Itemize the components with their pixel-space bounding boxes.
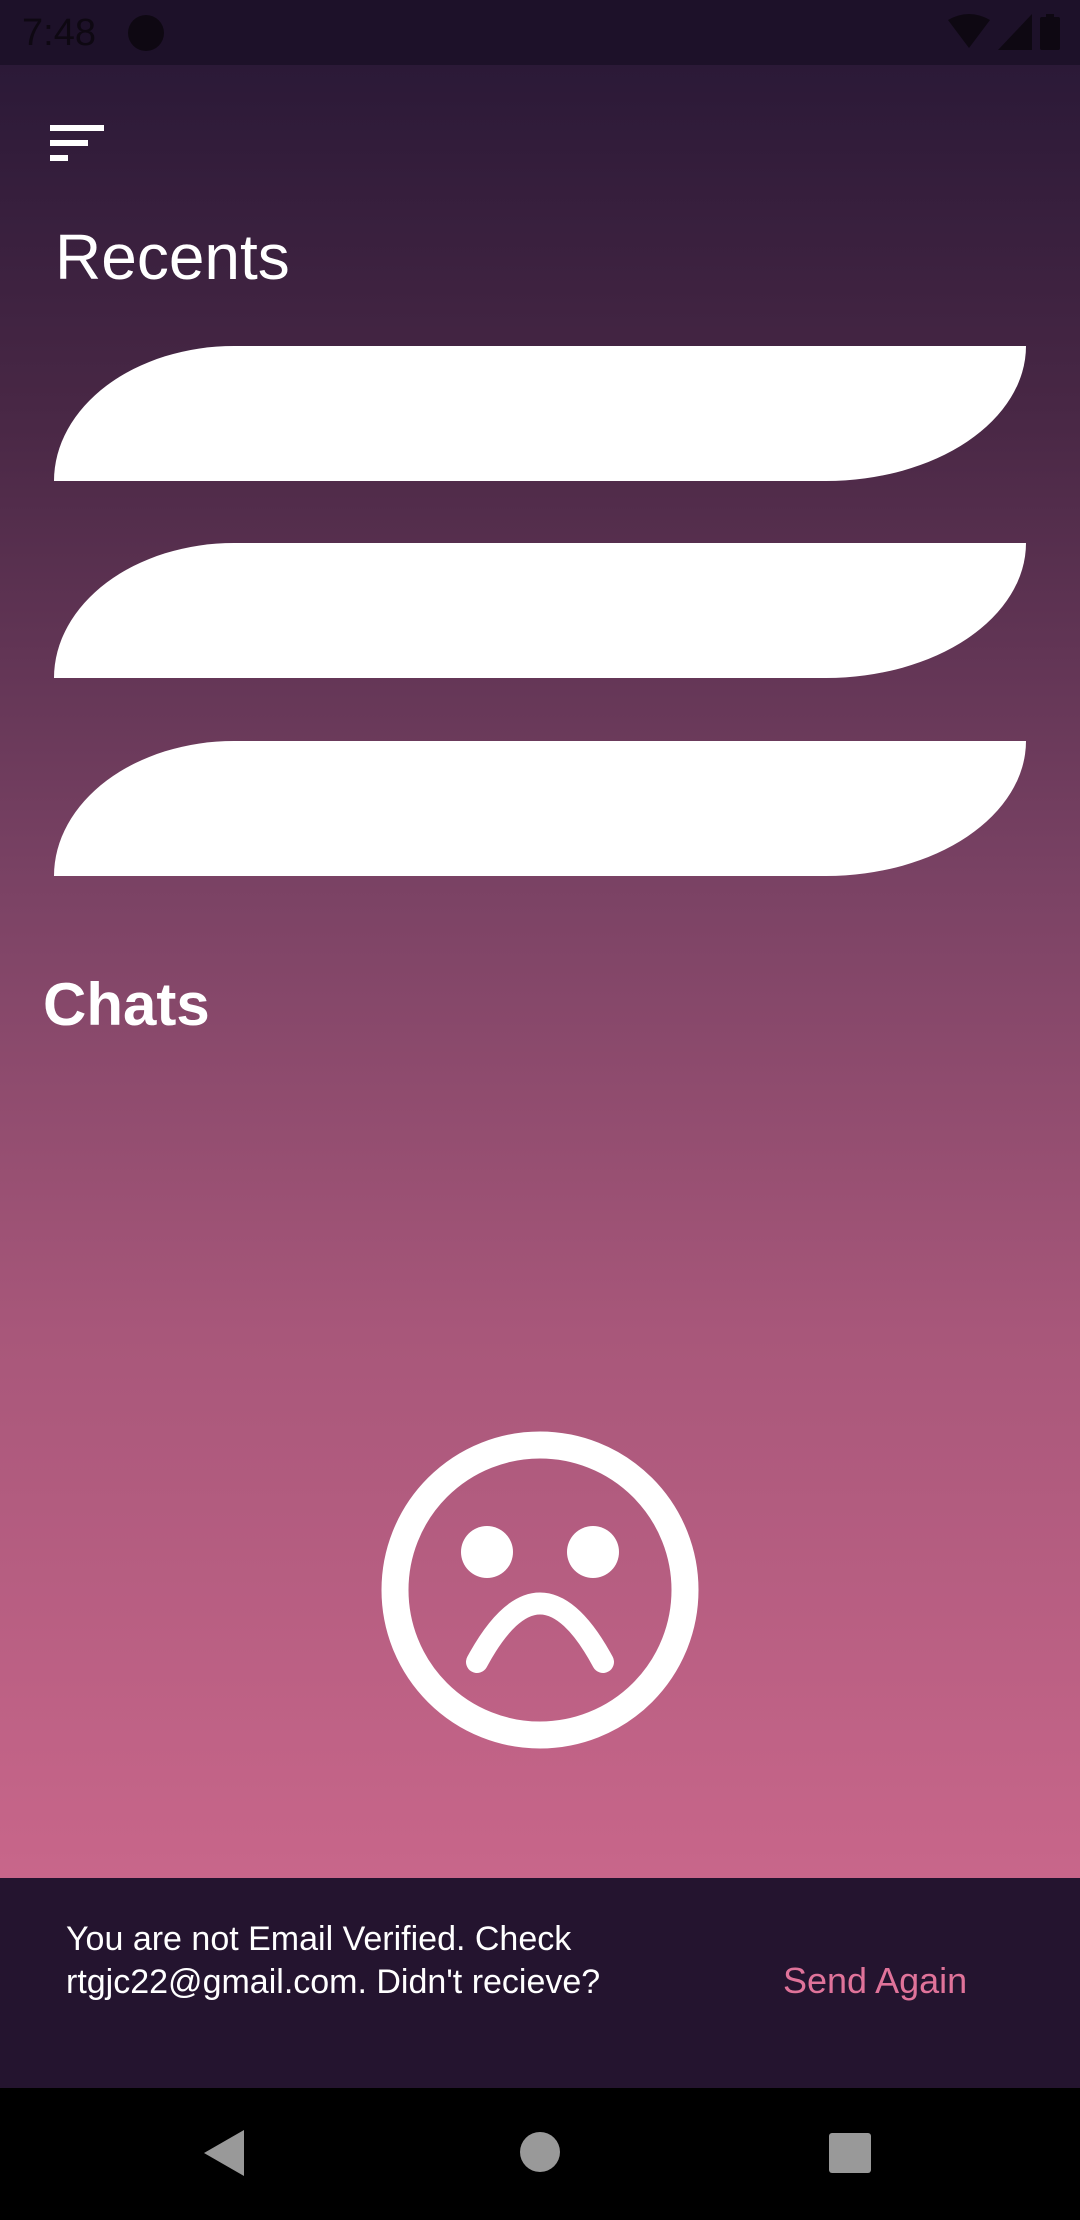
email-verification-snackbar: You are not Email Verified. Check rtgjc2… xyxy=(0,1878,1080,2088)
status-time: 7:48 xyxy=(22,12,96,54)
recent-item[interactable] xyxy=(54,741,1026,876)
sort-menu-icon[interactable] xyxy=(50,125,104,161)
app-notification-icon xyxy=(128,15,164,51)
navigation-bar xyxy=(0,2088,1080,2220)
recents-icon[interactable] xyxy=(829,2133,871,2173)
recent-item[interactable] xyxy=(54,543,1026,678)
send-again-button[interactable]: Send Again xyxy=(783,1960,967,2002)
chats-title: Chats xyxy=(43,971,210,1038)
status-bar: 7:48 xyxy=(0,0,1080,65)
recent-item[interactable] xyxy=(54,346,1026,481)
recents-title: Recents xyxy=(55,221,290,293)
battery-icon xyxy=(1040,14,1060,50)
snackbar-message: You are not Email Verified. Check rtgjc2… xyxy=(66,1920,601,2001)
home-icon[interactable] xyxy=(519,2131,561,2173)
main-content: Recents Chats xyxy=(0,65,1080,1878)
signal-icon xyxy=(998,14,1032,50)
sad-face-icon xyxy=(381,1431,699,1749)
wifi-icon xyxy=(948,14,990,48)
back-icon[interactable] xyxy=(204,2130,244,2176)
